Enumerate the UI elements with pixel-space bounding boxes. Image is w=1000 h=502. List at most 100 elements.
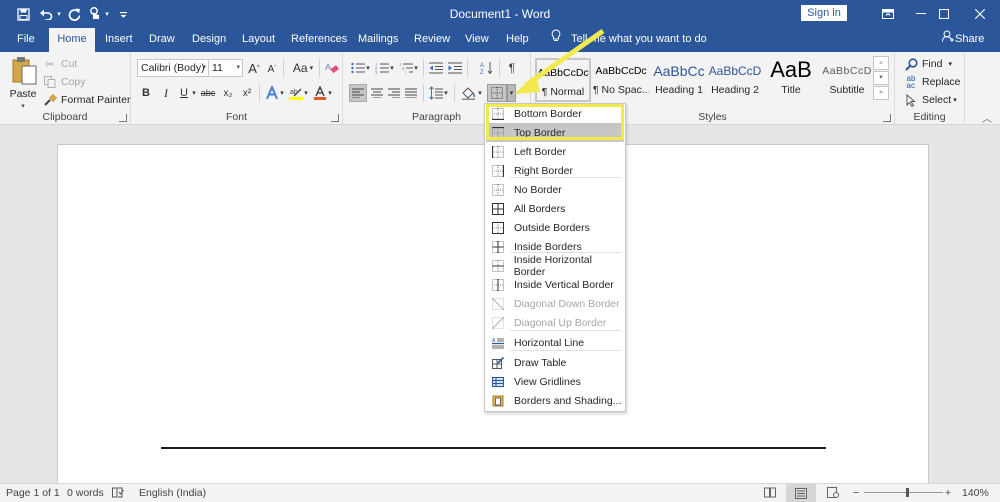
tab-references[interactable]: References [285, 28, 353, 52]
font-size-combo[interactable]: 11 ▾ [208, 59, 243, 77]
share-button[interactable]: Share [941, 28, 984, 52]
document-title: Document1 - Word [449, 7, 551, 21]
styles-dialog-launcher[interactable] [883, 114, 891, 122]
menu-item-bottom-border[interactable]: Bottom Border [486, 104, 624, 123]
read-mode-button[interactable] [764, 487, 776, 501]
highlight-dropdown-icon[interactable]: ▾ [302, 84, 310, 102]
clear-formatting-button[interactable]: A [323, 59, 341, 77]
text-effects-dropdown-icon[interactable]: ▾ [278, 84, 286, 102]
replace-button[interactable]: ab ac Replace [903, 74, 961, 90]
style-subtitle[interactable]: AaBbCcD Subtitle [819, 58, 875, 102]
underline-dropdown-icon[interactable]: ▾ [189, 84, 199, 102]
right-border-icon [491, 164, 505, 178]
tab-file[interactable]: File [11, 28, 41, 52]
tab-layout[interactable]: Layout [236, 28, 281, 52]
tab-review[interactable]: Review [408, 28, 456, 52]
zoom-out-button[interactable]: − [853, 487, 859, 499]
shading-dropdown-icon[interactable]: ▾ [476, 84, 484, 102]
zoom-in-button[interactable]: + [945, 487, 951, 499]
style-normal[interactable]: AaBbCcDc ¶ Normal [535, 58, 591, 102]
clipboard-dialog-launcher[interactable] [119, 114, 127, 122]
bold-button[interactable]: B [137, 84, 155, 102]
tab-home[interactable]: Home [49, 28, 95, 52]
menu-item-inside-horizontal-border[interactable]: Inside Horizontal Border [486, 254, 624, 278]
font-name-combo[interactable]: Calibri (Body) ▾ [137, 59, 209, 77]
save-icon[interactable] [14, 4, 32, 24]
strikethrough-button[interactable]: abc [199, 84, 217, 102]
decrease-indent-button[interactable] [427, 59, 445, 77]
touch-mode-icon[interactable] [88, 4, 102, 24]
borders-button[interactable] [487, 84, 507, 102]
web-layout-button[interactable] [827, 487, 839, 501]
zoom-slider[interactable] [864, 492, 943, 493]
italic-button[interactable]: I [157, 84, 175, 102]
menu-item-borders-shading[interactable]: Borders and Shading... [486, 391, 624, 410]
close-button[interactable] [957, 0, 1000, 28]
grow-font-button[interactable]: A ^ [245, 59, 263, 77]
paste-button[interactable]: Paste ▾ [6, 56, 40, 116]
tab-view[interactable]: View [459, 28, 495, 52]
menu-item-all-borders[interactable]: All Borders [486, 199, 624, 218]
line-spacing-dropdown-icon[interactable]: ▾ [442, 84, 450, 102]
change-case-button[interactable]: Aa ▾ [288, 59, 318, 77]
word-count[interactable]: 0 words [67, 487, 104, 499]
superscript-button[interactable]: x² [238, 84, 256, 102]
cut-button[interactable]: ✂ Cut [42, 56, 77, 72]
menu-item-view-gridlines[interactable]: View Gridlines [486, 372, 624, 391]
font-dialog-launcher[interactable] [331, 114, 339, 122]
tab-insert[interactable]: Insert [99, 28, 139, 52]
styles-scroll-up-button[interactable]: ▴ [873, 56, 889, 70]
tell-me-text: Tell me what you want to do [571, 33, 707, 45]
find-button[interactable]: Find ▾ [903, 56, 952, 72]
select-button[interactable]: Select ▾ [903, 92, 957, 108]
borders-dropdown-button[interactable]: ▾ [507, 84, 516, 102]
copy-button[interactable]: Copy [42, 74, 86, 90]
paste-icon [12, 57, 37, 85]
redo-icon[interactable] [66, 4, 82, 24]
tab-help[interactable]: Help [500, 28, 535, 52]
menu-item-outside-borders[interactable]: Outside Borders [486, 218, 624, 237]
menu-item-inside-vertical-border[interactable]: Inside Vertical Border [486, 275, 624, 294]
tab-draw[interactable]: Draw [143, 28, 181, 52]
language[interactable]: English (India) [139, 487, 206, 499]
zoom-slider-thumb[interactable] [906, 488, 910, 497]
numbering-dropdown-icon[interactable]: ▾ [388, 59, 396, 77]
undo-dropdown-icon[interactable]: ▾ [55, 4, 63, 24]
tab-design[interactable]: Design [186, 28, 232, 52]
shrink-font-icon: A [267, 63, 275, 75]
sort-button[interactable]: AZ [478, 59, 496, 77]
print-layout-button[interactable] [786, 484, 816, 502]
styles-more-button[interactable]: ⩡ [873, 86, 889, 100]
style-heading-2[interactable]: AaBbCcD Heading 2 [707, 58, 763, 102]
menu-item-no-border[interactable]: No Border [486, 180, 624, 199]
shrink-font-button[interactable]: Aˇ [263, 60, 281, 78]
style-title[interactable]: AaB Title [763, 58, 819, 102]
customize-qat-icon[interactable] [118, 4, 128, 24]
tell-me-search[interactable]: Tell me what you want to do [551, 28, 707, 52]
styles-scroll-down-button[interactable]: ▾ [873, 71, 889, 85]
bullets-dropdown-icon[interactable]: ▾ [364, 59, 372, 77]
menu-item-top-border[interactable]: Top Border [486, 123, 624, 142]
page-count[interactable]: Page 1 of 1 [6, 487, 60, 499]
align-left-button[interactable] [349, 84, 367, 102]
style-heading-1[interactable]: AaBbCc Heading 1 [651, 58, 707, 102]
menu-item-left-border[interactable]: Left Border [486, 142, 624, 161]
collapse-ribbon-icon[interactable]: ︿ [982, 110, 992, 125]
undo-icon[interactable] [38, 4, 54, 24]
zoom-level[interactable]: 140% [962, 487, 989, 499]
show-formatting-marks-button[interactable]: ¶ [503, 59, 521, 77]
format-painter-button[interactable]: Format Painter [42, 92, 130, 108]
subscript-button[interactable]: x₂ [219, 84, 237, 102]
touch-dropdown-icon[interactable]: ▾ [103, 4, 111, 24]
increase-indent-button[interactable] [446, 59, 464, 77]
align-center-button[interactable] [368, 84, 386, 102]
style-no-spacing[interactable]: AaBbCcDc ¶ No Spac... [593, 58, 649, 102]
multilevel-dropdown-icon[interactable]: ▾ [412, 59, 420, 77]
justify-button[interactable] [402, 84, 420, 102]
font-color-dropdown-icon[interactable]: ▾ [326, 84, 334, 102]
sign-in-button[interactable]: Sign in [801, 5, 847, 21]
align-right-button[interactable] [385, 84, 403, 102]
proofing-icon[interactable] [112, 487, 124, 501]
menu-item-draw-table[interactable]: Draw Table [486, 353, 624, 372]
tab-mailings[interactable]: Mailings [352, 28, 404, 52]
